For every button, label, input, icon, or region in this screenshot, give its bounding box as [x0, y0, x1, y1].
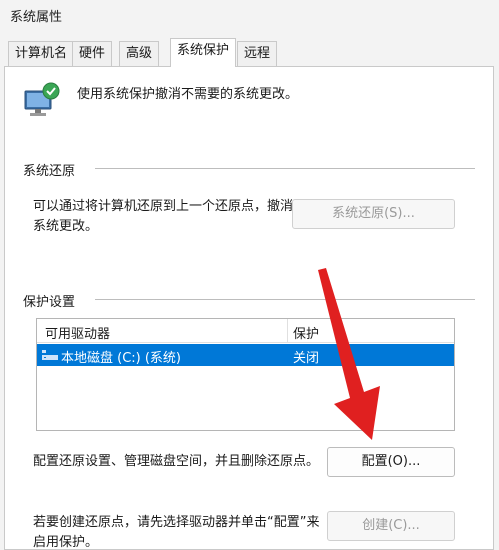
system-restore-button[interactable]: 系统还原(S)...: [292, 199, 455, 229]
restore-group-divider: [95, 168, 475, 169]
configure-button[interactable]: 配置(O)...: [327, 447, 455, 477]
drive-row-c[interactable]: 本地磁盘 (C:) (系统) 关闭: [37, 344, 454, 366]
restore-description: 可以通过将计算机还原到上一个还原点，撤消 系统更改。: [33, 197, 293, 237]
tab-computer-name[interactable]: 计算机名: [8, 41, 75, 66]
drive-protection-status: 关闭: [293, 351, 320, 366]
restore-group-title: 系统还原: [23, 160, 82, 179]
computer-shield-icon: [21, 81, 63, 121]
drive-list-header: 可用驱动器 保护: [37, 319, 454, 343]
tab-remote[interactable]: 远程: [237, 41, 278, 66]
drive-list[interactable]: 可用驱动器 保护 本地磁盘 (C:) (系统) 关闭: [36, 318, 455, 431]
restore-description-line1: 可以通过将计算机还原到上一个还原点，撤消: [33, 199, 294, 214]
tab-advanced[interactable]: 高级: [119, 41, 160, 66]
protection-group-divider: [95, 299, 475, 300]
configure-description: 配置还原设置、管理磁盘空间，并且删除还原点。: [33, 454, 320, 469]
tab-panel: 使用系统保护撤消不需要的系统更改。 系统还原 可以通过将计算机还原到上一个还原点…: [4, 66, 494, 550]
tab-hardware[interactable]: 硬件: [72, 41, 113, 66]
drive-icon: [41, 348, 59, 366]
create-description: 若要创建还原点，请先选择驱动器并单击“配置”来 启用保护。: [33, 513, 333, 550]
create-description-line2: 启用保护。: [33, 535, 99, 550]
create-button[interactable]: 创建(C)...: [327, 511, 455, 541]
restore-description-line2: 系统更改。: [33, 219, 99, 234]
protection-group-title: 保护设置: [23, 291, 82, 310]
column-separator[interactable]: [287, 319, 288, 343]
title-bar[interactable]: 系统属性: [0, 0, 499, 34]
create-description-line1: 若要创建还原点，请先选择驱动器并单击“配置”来: [33, 515, 320, 530]
drive-name: 本地磁盘 (C:) (系统): [61, 351, 182, 366]
column-header-protection[interactable]: 保护: [293, 323, 319, 342]
tab-strip: 计算机名 硬件 高级 系统保护 远程: [0, 38, 499, 67]
page-description: 使用系统保护撤消不需要的系统更改。: [77, 87, 299, 102]
column-header-drive[interactable]: 可用驱动器: [45, 323, 110, 342]
tab-system-protection[interactable]: 系统保护: [170, 38, 237, 67]
window-title: 系统属性: [10, 10, 63, 25]
